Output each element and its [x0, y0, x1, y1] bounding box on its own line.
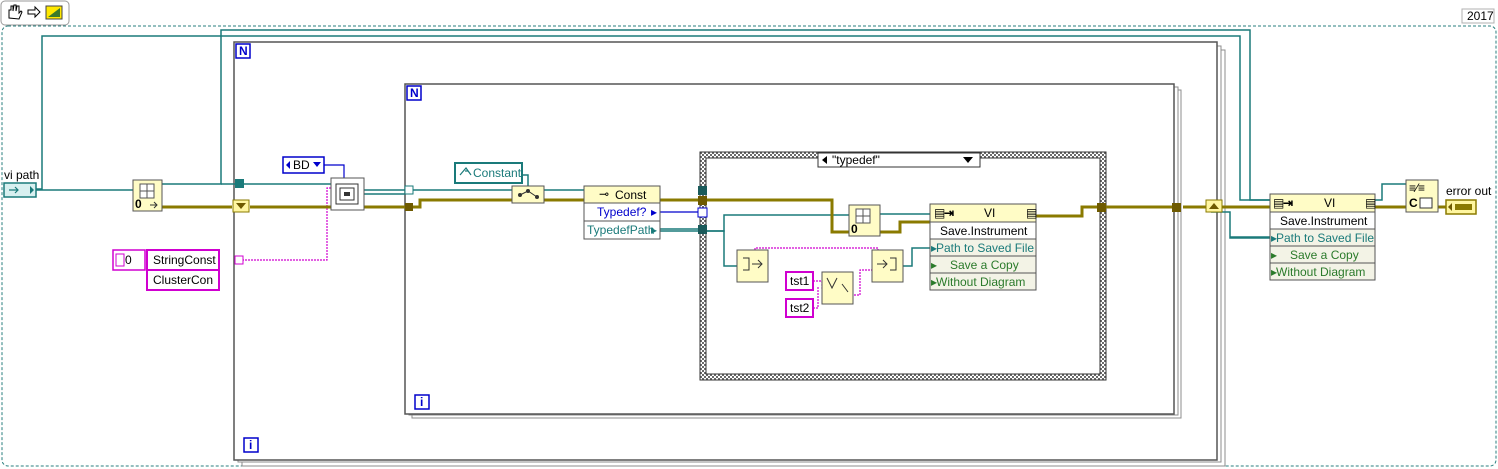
- error-out-terminal[interactable]: [1445, 199, 1477, 215]
- svg-text:N: N: [410, 86, 419, 100]
- svg-text:Const: Const: [615, 188, 647, 202]
- bd-ring-constant[interactable]: BD: [282, 156, 325, 174]
- svg-text:VI: VI: [984, 206, 995, 220]
- outer-invoke-node[interactable]: ▤ ⇥ VI ▤ Save.Instrument ▸ Path to Saved…: [1269, 193, 1376, 281]
- outer-loop-count-terminal[interactable]: N: [235, 43, 251, 59]
- inner-loop-iteration-terminal: i: [414, 394, 430, 410]
- svg-text:▸: ▸: [931, 258, 937, 272]
- constant-class-node[interactable]: Constant: [454, 162, 523, 184]
- vi-path-label: vi path: [4, 168, 39, 182]
- svg-text:≡⁄≡: ≡⁄≡: [1409, 181, 1425, 195]
- svg-text:⇥: ⇥: [1283, 196, 1293, 210]
- error-out-label: error out: [1446, 184, 1492, 198]
- svg-text:Constant: Constant: [473, 166, 522, 180]
- svg-text:i: i: [249, 438, 252, 452]
- svg-text:0: 0: [125, 253, 132, 267]
- svg-text:ClusterCon: ClusterCon: [153, 273, 213, 287]
- build-path-node-left[interactable]: [736, 249, 769, 283]
- svg-text:▤: ▤: [1026, 206, 1037, 220]
- cluster-con-element[interactable]: ClusterCon: [146, 269, 220, 291]
- array-constant[interactable]: 0: [112, 249, 146, 271]
- svg-text:2017: 2017: [1467, 9, 1494, 23]
- to-more-specific-node[interactable]: [511, 185, 545, 204]
- svg-text:▸: ▸: [651, 223, 657, 237]
- svg-text:0: 0: [851, 222, 858, 236]
- block-diagram: 2017 N i N i "typedef" vi path 0 0 Strin…: [0, 0, 1497, 467]
- svg-text:⊸: ⊸: [599, 187, 609, 201]
- svg-text:Typedef?: Typedef?: [597, 205, 647, 219]
- svg-text:BD: BD: [293, 158, 310, 172]
- array-tunnel: [234, 255, 244, 265]
- svg-text:Without Diagram: Without Diagram: [936, 275, 1025, 289]
- toolbar: [0, 0, 70, 26]
- string-const-element[interactable]: StringConst: [146, 249, 220, 271]
- inner-invoke-node[interactable]: ▤ ⇥ VI ▤ Save.Instrument ▸ Path to Saved…: [929, 203, 1037, 291]
- svg-text:TypedefPath: TypedefPath: [587, 223, 654, 237]
- svg-text:"typedef": "typedef": [832, 153, 880, 167]
- case-selector[interactable]: "typedef": [817, 152, 981, 168]
- svg-text:Save a Copy: Save a Copy: [950, 258, 1019, 272]
- svg-text:Save.Instrument: Save.Instrument: [940, 224, 1028, 238]
- svg-text:▸: ▸: [651, 205, 657, 219]
- build-path-node-right[interactable]: [871, 249, 904, 283]
- outer-loop-iteration-terminal: i: [243, 437, 259, 453]
- svg-text:Save.Instrument: Save.Instrument: [1280, 214, 1368, 228]
- const-property-node[interactable]: ⊸ Const Typedef? ▸ TypedefPath ▸: [583, 185, 661, 240]
- svg-text:▸: ▸: [1271, 248, 1277, 262]
- index-array-node[interactable]: 0: [132, 179, 163, 212]
- inner-loop-count-terminal[interactable]: N: [406, 85, 422, 101]
- svg-text:C: C: [1409, 196, 1418, 210]
- svg-text:Without Diagram: Without Diagram: [1276, 265, 1365, 279]
- version-badge: 2017: [1461, 8, 1495, 24]
- inner-index-array-node[interactable]: 0: [848, 204, 881, 237]
- svg-text:Path to Saved File: Path to Saved File: [1276, 231, 1374, 245]
- close-reference-node[interactable]: ≡⁄≡ C: [1405, 179, 1439, 213]
- tst1-constant[interactable]: tst1: [785, 271, 814, 291]
- svg-text:i: i: [420, 395, 423, 409]
- svg-text:tst1: tst1: [790, 274, 810, 288]
- shift-register-left: [232, 199, 250, 213]
- svg-text:StringConst: StringConst: [153, 253, 216, 267]
- svg-text:Save a Copy: Save a Copy: [1290, 248, 1359, 262]
- svg-text:Path to Saved File: Path to Saved File: [936, 241, 1034, 255]
- svg-text:VI: VI: [1324, 196, 1335, 210]
- shift-register-right: [1205, 199, 1223, 213]
- svg-text:⇥: ⇥: [944, 206, 954, 220]
- svg-text:0: 0: [135, 197, 142, 211]
- run-icon[interactable]: [45, 5, 63, 20]
- vi-path-terminal[interactable]: [3, 182, 37, 198]
- svg-text:▤: ▤: [1365, 196, 1376, 210]
- svg-text:N: N: [239, 44, 248, 58]
- traverse-node[interactable]: [330, 177, 365, 211]
- svg-text:tst2: tst2: [790, 301, 810, 315]
- build-path-node-middle[interactable]: [821, 271, 854, 305]
- tst2-constant[interactable]: tst2: [785, 298, 814, 318]
